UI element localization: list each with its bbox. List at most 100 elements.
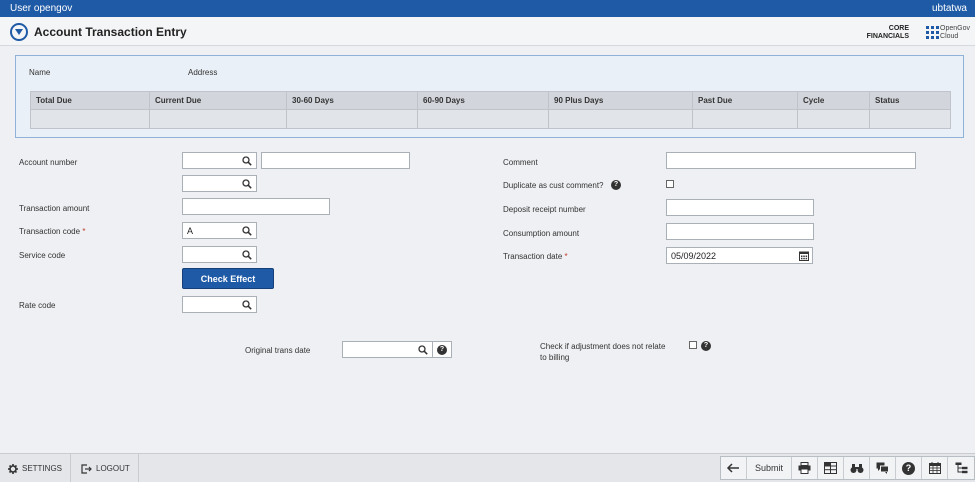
help-icon: ? [437, 345, 447, 355]
help-icon: ? [902, 461, 915, 475]
check-effect-button[interactable]: Check Effect [182, 268, 274, 289]
adjustment-label: Check if adjustment does not relate to b… [540, 341, 665, 363]
help-icon[interactable]: ? [701, 341, 711, 351]
adjustment-checkbox[interactable] [689, 341, 697, 349]
tree-view-button[interactable] [948, 457, 974, 479]
original-trans-date-label: Original trans date [245, 346, 311, 355]
search-icon [242, 156, 252, 166]
transaction-date-label: Transaction date * [503, 252, 568, 261]
cell-status [869, 109, 951, 129]
transaction-date-label-text: Transaction date [503, 252, 563, 261]
arrow-left-icon [727, 463, 740, 473]
rate-code-label: Rate code [19, 301, 56, 310]
transaction-amount-input[interactable] [182, 198, 330, 215]
search-icon [418, 345, 428, 355]
table-grid-icon [824, 462, 837, 474]
deposit-receipt-label: Deposit receipt number [503, 205, 586, 214]
back-button[interactable] [721, 457, 747, 479]
balance-table-header: Total Due Current Due 30-60 Days 60-90 D… [30, 91, 951, 110]
calendar-icon [928, 462, 941, 474]
name-label: Name [29, 68, 51, 77]
site-name: ubtatwa [931, 3, 967, 14]
binoculars-button[interactable] [844, 457, 870, 479]
product-name-line2: FINANCIALS [866, 33, 909, 40]
transaction-date-calendar-button[interactable] [795, 247, 813, 264]
settings-label: SETTINGS [22, 464, 63, 473]
transaction-code-search-button[interactable] [238, 222, 257, 239]
top-bar: User opengov ubtatwa [0, 0, 975, 17]
submit-button[interactable]: Submit [747, 457, 792, 479]
search-icon [242, 179, 252, 189]
grid-view-button[interactable] [818, 457, 844, 479]
app-grid-icon[interactable] [926, 26, 939, 39]
original-trans-date-help-button[interactable]: ? [433, 341, 452, 358]
adjustment-label-line2: to billing [540, 353, 570, 362]
transaction-date-input[interactable] [666, 247, 796, 264]
account-secondary-input[interactable] [182, 175, 239, 192]
opengov-cloud-label[interactable]: OpenGov Cloud [940, 25, 970, 41]
consumption-amount-label: Consumption amount [503, 229, 580, 238]
adjustment-label-line1: Check if adjustment does not relate [540, 342, 666, 351]
transaction-code-input[interactable] [182, 222, 239, 239]
consumption-amount-input[interactable] [666, 223, 814, 240]
logout-icon [81, 463, 92, 474]
col-current-due: Current Due [149, 91, 287, 110]
account-number-search-button[interactable] [238, 152, 257, 169]
cloud-label-line2: Cloud [940, 33, 959, 40]
cloud-label-line1: OpenGov [940, 25, 970, 32]
action-toolbar: Submit ? [719, 456, 975, 480]
required-marker: * [82, 227, 86, 236]
settings-button[interactable]: SETTINGS [0, 454, 72, 482]
help-button[interactable]: ? [896, 457, 922, 479]
rate-code-input[interactable] [182, 296, 239, 313]
comment-input[interactable] [666, 152, 916, 169]
col-past-due: Past Due [692, 91, 798, 110]
cell-current-due [149, 109, 287, 129]
original-trans-date-search-button[interactable] [414, 341, 433, 358]
account-name-input[interactable] [261, 152, 410, 169]
logout-button[interactable]: LOGOUT [73, 454, 139, 482]
service-code-label: Service code [19, 251, 66, 260]
col-90-plus-days: 90 Plus Days [548, 91, 693, 110]
account-number-label: Account number [19, 158, 78, 167]
gear-icon [8, 463, 18, 474]
user-name: User opengov [10, 3, 73, 14]
duplicate-comment-checkbox[interactable] [666, 180, 674, 188]
deposit-receipt-input[interactable] [666, 199, 814, 216]
transaction-code-label-text: Transaction code [19, 227, 81, 236]
search-icon [242, 250, 252, 260]
cell-cycle [797, 109, 870, 129]
balance-table: Total Due Current Due 30-60 Days 60-90 D… [30, 91, 951, 129]
product-name: CORE FINANCIALS [867, 25, 909, 41]
footer-bar: SETTINGS LOGOUT Submit ? [0, 453, 975, 482]
product-name-line1: CORE [888, 25, 909, 32]
cell-60-90-days [417, 109, 549, 129]
logout-label: LOGOUT [96, 464, 130, 473]
calendar-button[interactable] [922, 457, 948, 479]
cell-past-due [692, 109, 798, 129]
col-status: Status [869, 91, 951, 110]
account-secondary-search-button[interactable] [238, 175, 257, 192]
comment-label: Comment [503, 158, 538, 167]
original-trans-date-input[interactable] [342, 341, 415, 358]
address-label: Address [188, 68, 218, 77]
table-row [30, 109, 951, 129]
service-code-search-button[interactable] [238, 246, 257, 263]
col-30-60-days: 30-60 Days [286, 91, 418, 110]
service-code-input[interactable] [182, 246, 239, 263]
col-total-due: Total Due [30, 91, 150, 110]
page-title: Account Transaction Entry [34, 25, 187, 39]
col-60-90-days: 60-90 Days [417, 91, 549, 110]
help-icon[interactable]: ? [611, 180, 621, 190]
account-number-input[interactable] [182, 152, 239, 169]
comments-icon [876, 462, 889, 474]
comments-button[interactable] [870, 457, 896, 479]
required-marker: * [564, 252, 568, 261]
print-button[interactable] [792, 457, 818, 479]
rate-code-search-button[interactable] [238, 296, 257, 313]
transaction-code-label: Transaction code * [19, 227, 85, 236]
transaction-amount-label: Transaction amount [19, 204, 90, 213]
search-icon [242, 226, 252, 236]
cell-total-due [30, 109, 150, 129]
navigation-menu-icon[interactable] [10, 23, 28, 41]
